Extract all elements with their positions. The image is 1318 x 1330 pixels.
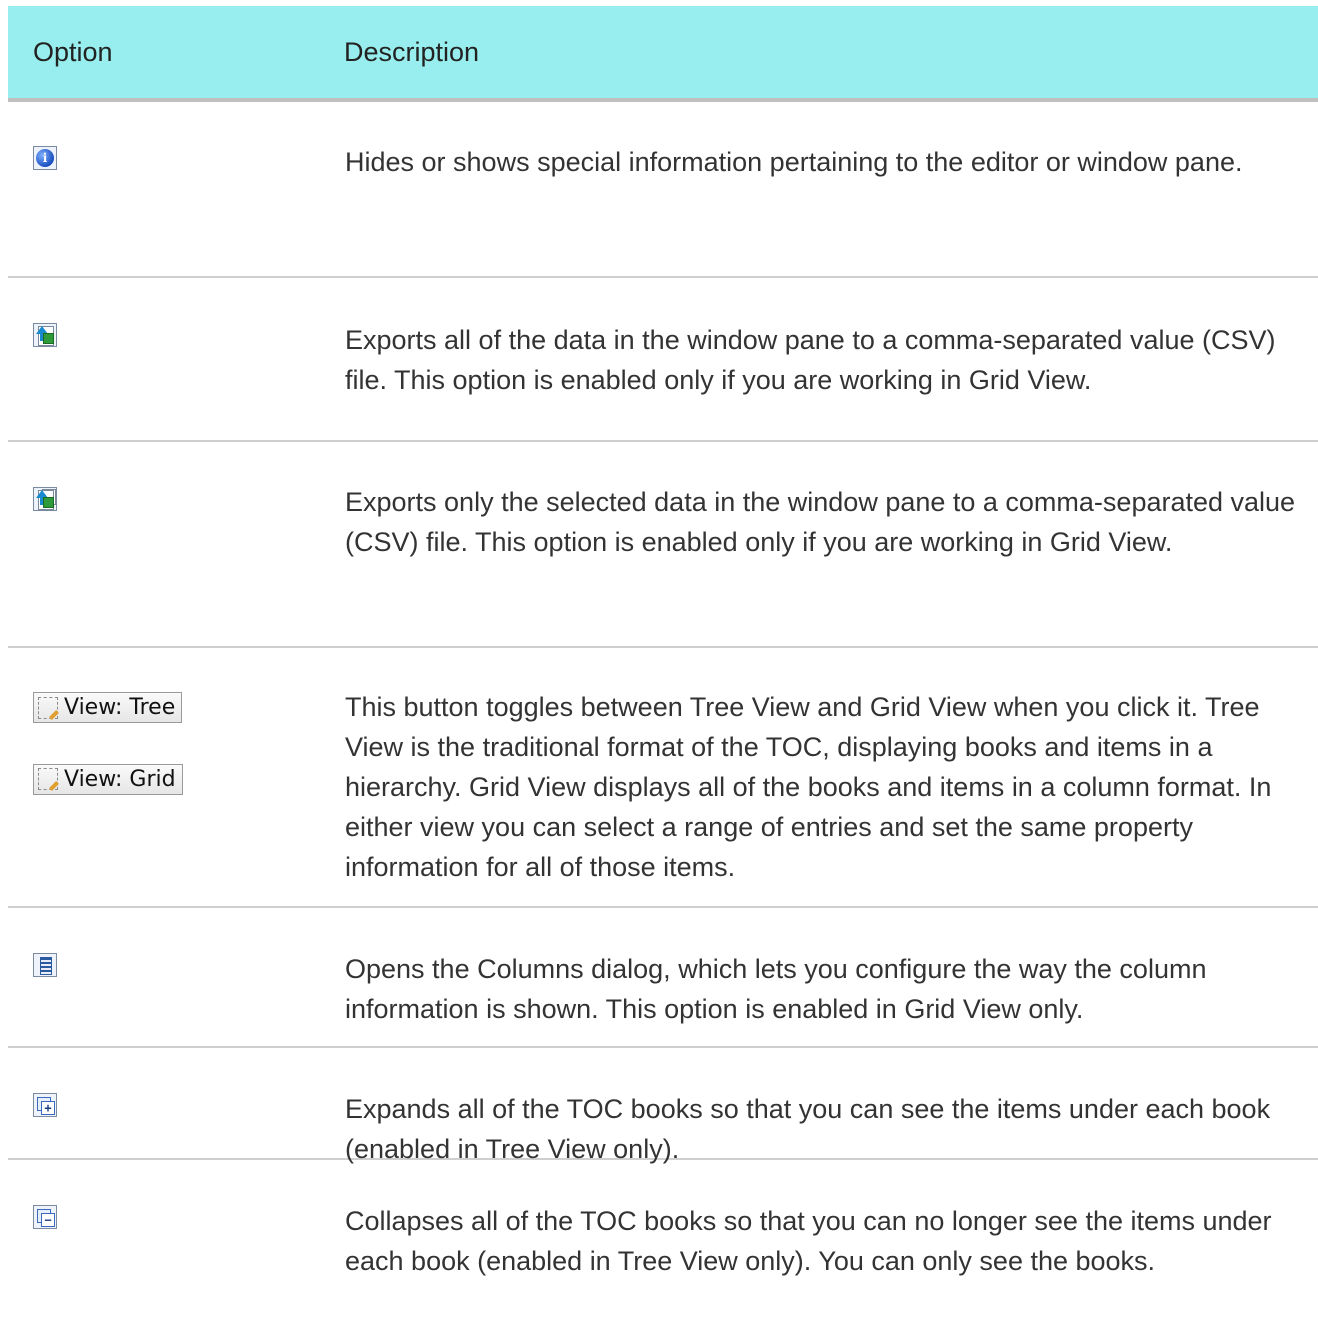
option-cell: i [8,102,345,276]
view-grid-button[interactable]: View: Grid [33,763,183,795]
option-cell [8,442,345,646]
edit-pencil-icon [38,696,58,719]
row-description: Collapses all of the TOC books so that y… [345,1206,1272,1276]
export-all-csv-icon [33,323,57,347]
export-selected-csv-icon [33,487,57,511]
table-row: − Collapses all of the TOC books so that… [8,1160,1318,1330]
view-tree-label: View: Tree [64,695,176,720]
row-description: Exports all of the data in the window pa… [345,325,1276,395]
table-row: + Expands all of the TOC books so that y… [8,1048,1318,1164]
header-description: Description [344,36,480,67]
options-table: Option Description i Hides or shows spec… [8,6,1318,1330]
option-cell [8,278,345,440]
row-description: Opens the Columns dialog, which lets you… [345,954,1207,1024]
table-row: Exports only the selected data in the wi… [8,442,1318,648]
columns-icon [33,953,57,977]
info-icon: i [33,146,57,170]
table-row: View: Tree View: Grid This button toggle… [8,648,1318,908]
expand-all-icon: + [33,1093,57,1117]
header-option: Option [33,36,113,67]
edit-pencil-icon [38,768,58,790]
view-tree-button[interactable]: View: Tree [33,692,183,723]
row-description: Expands all of the TOC books so that you… [345,1094,1271,1164]
option-cell: View: Tree View: Grid [8,648,345,906]
option-cell: + [8,1048,345,1158]
table-row: Exports all of the data in the window pa… [8,278,1318,442]
table-header: Option Description [8,6,1318,102]
row-description: Hides or shows special information perta… [345,147,1243,177]
view-grid-label: View: Grid [64,766,176,792]
collapse-all-icon: − [33,1205,57,1229]
option-cell [8,908,345,1046]
table-row: i Hides or shows special information per… [8,102,1318,278]
row-description: Exports only the selected data in the wi… [345,487,1296,557]
table-row: Opens the Columns dialog, which lets you… [8,908,1318,1048]
option-cell: − [8,1160,345,1330]
row-description: This button toggles between Tree View an… [345,692,1272,882]
